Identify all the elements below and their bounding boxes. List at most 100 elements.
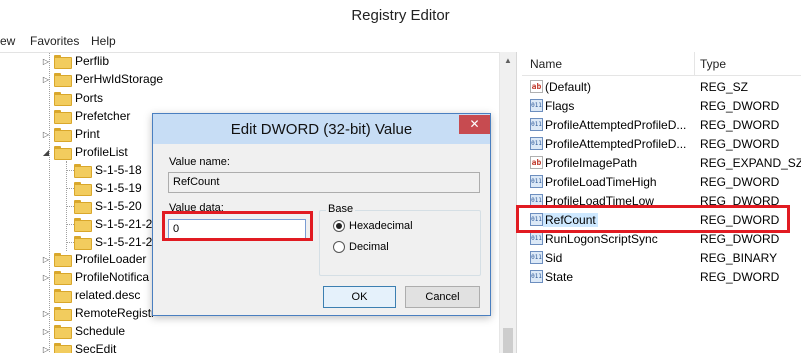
tree-item-remoteregistry[interactable]: ▷ RemoteRegistr	[41, 304, 155, 322]
tree-item-profilenotification[interactable]: ▷ ProfileNotifica	[41, 268, 149, 286]
tree-item-label: Perflib	[75, 54, 110, 68]
tree-item-label: Ports	[75, 91, 104, 105]
collapse-arrow-icon[interactable]: ◢	[41, 148, 51, 157]
base-label: Base	[326, 203, 356, 215]
menu-help[interactable]: Help	[91, 34, 116, 48]
expand-arrow-icon[interactable]: ▷	[41, 309, 51, 318]
highlight-box-refcount	[516, 205, 790, 233]
radio-unselected-icon[interactable]	[333, 241, 345, 253]
folder-icon	[54, 128, 72, 142]
tree-item-label: S-1-5-19	[95, 181, 142, 195]
value-type: REG_EXPAND_SZ	[700, 155, 801, 170]
value-row-flags[interactable]: 011 Flags REG_DWORD	[522, 96, 801, 115]
tree-item-label: Print	[75, 127, 100, 141]
value-row-profileattempted-1[interactable]: 011 ProfileAttemptedProfileD... REG_DWOR…	[522, 115, 801, 134]
menu-view[interactable]: ew	[0, 34, 15, 48]
tree-item-s-1-5-19[interactable]: S-1-5-19	[74, 179, 142, 197]
values-list[interactable]: Name Type ab (Default) REG_SZ 011 Flags …	[522, 52, 801, 353]
value-name: ProfileLoadTimeHigh	[545, 174, 657, 189]
tree-item-prefetcher[interactable]: Prefetcher	[41, 107, 130, 125]
column-header-name[interactable]: Name	[530, 57, 562, 71]
decimal-label: Decimal	[349, 241, 389, 253]
tree-item-s-1-5-20[interactable]: S-1-5-20	[74, 197, 142, 215]
value-type: REG_DWORD	[700, 269, 780, 284]
value-name: Flags	[545, 98, 575, 113]
folder-icon	[74, 218, 92, 232]
folder-icon	[54, 343, 72, 353]
expand-arrow-icon[interactable]: ▷	[41, 57, 51, 66]
expand-arrow-icon[interactable]: ▷	[41, 327, 51, 336]
highlight-box-value-data	[162, 211, 313, 241]
value-name: State	[545, 269, 574, 284]
folder-icon	[54, 271, 72, 285]
folder-icon	[54, 110, 72, 124]
tree-item-s-1-5-21-a[interactable]: S-1-5-21-2	[74, 215, 152, 233]
tree-item-label: Prefetcher	[75, 109, 131, 123]
tree-item-s-1-5-18[interactable]: S-1-5-18	[74, 161, 142, 179]
value-name: (Default)	[545, 79, 592, 94]
tree-item-print[interactable]: ▷ Print	[41, 125, 100, 143]
window-title: Registry Editor	[351, 7, 450, 24]
expand-arrow-icon[interactable]: ▷	[41, 273, 51, 282]
tree-item-profilelist[interactable]: ◢ ProfileList	[41, 143, 128, 161]
hexadecimal-radio[interactable]: Hexadecimal	[333, 220, 413, 232]
close-icon[interactable]: ✕	[459, 115, 490, 134]
window-title-bar: Registry Editor	[0, 0, 801, 31]
radio-selected-icon[interactable]	[333, 220, 345, 232]
value-row-profileattempted-2[interactable]: 011 ProfileAttemptedProfileD... REG_DWOR…	[522, 134, 801, 153]
value-name: ProfileAttemptedProfileD...	[545, 117, 687, 132]
expand-arrow-icon[interactable]: ▷	[41, 130, 51, 139]
folder-icon	[54, 325, 72, 339]
folder-icon	[54, 73, 72, 87]
folder-open-icon	[54, 146, 72, 160]
value-row-default[interactable]: ab (Default) REG_SZ	[522, 77, 801, 96]
expand-arrow-icon[interactable]: ▷	[41, 75, 51, 84]
value-row-profileloadtimehigh[interactable]: 011 ProfileLoadTimeHigh REG_DWORD	[522, 172, 801, 191]
expand-arrow-icon[interactable]: ▷	[41, 255, 51, 264]
tree-item-label: ProfileNotifica	[75, 270, 150, 284]
cancel-button[interactable]: Cancel	[405, 286, 480, 308]
folder-icon	[54, 289, 72, 303]
tree-item-related-desc[interactable]: related.desc	[41, 286, 140, 304]
decimal-radio[interactable]: Decimal	[333, 241, 389, 253]
expand-arrow-icon[interactable]: ▷	[41, 345, 51, 353]
scrollbar-thumb[interactable]	[503, 328, 513, 353]
tree-item-perflib[interactable]: ▷ Perflib	[41, 52, 109, 70]
column-separator[interactable]	[694, 52, 695, 76]
tree-item-profileloader[interactable]: ▷ ProfileLoader	[41, 250, 146, 268]
tree-item-label: S-1-5-20	[95, 199, 142, 213]
binary-value-icon: 011	[530, 175, 543, 188]
value-row-sid[interactable]: 011 Sid REG_BINARY	[522, 248, 801, 267]
value-name: ProfileAttemptedProfileD...	[545, 136, 687, 151]
menu-favorites[interactable]: Favorites	[30, 34, 79, 48]
column-header-type[interactable]: Type	[700, 57, 726, 71]
tree-item-label: PerHwIdStorage	[75, 72, 164, 86]
tree-item-schedule[interactable]: ▷ Schedule	[41, 322, 125, 340]
binary-value-icon: 011	[530, 137, 543, 150]
binary-value-icon: 011	[530, 251, 543, 264]
tree-item-label: ProfileList	[75, 145, 128, 159]
folder-icon	[54, 307, 72, 321]
value-name: Sid	[545, 250, 563, 265]
tree-item-ports[interactable]: Ports	[41, 89, 103, 107]
value-row-profileimagepath[interactable]: ab ProfileImagePath REG_EXPAND_SZ	[522, 153, 801, 172]
tree-item-label: ProfileLoader	[75, 252, 147, 266]
value-name: RunLogonScriptSync	[545, 231, 658, 246]
folder-icon	[74, 200, 92, 214]
tree-item-secedit[interactable]: ▷ SecEdit	[41, 340, 116, 353]
binary-value-icon: 011	[530, 270, 543, 283]
dialog-title-bar[interactable]: Edit DWORD (32-bit) Value ✕	[153, 114, 490, 144]
value-row-state[interactable]: 011 State REG_DWORD	[522, 267, 801, 286]
tree-item-s-1-5-21-b[interactable]: S-1-5-21-2	[74, 233, 152, 251]
tree-scrollbar[interactable]: ▲	[499, 52, 516, 353]
folder-icon	[74, 182, 92, 196]
scroll-up-arrow-icon[interactable]: ▲	[504, 56, 512, 65]
value-type: REG_DWORD	[700, 117, 780, 132]
folder-icon	[54, 92, 72, 106]
ok-button[interactable]: OK	[323, 286, 396, 308]
menu-bar: ew Favorites Help	[0, 31, 801, 51]
folder-icon	[74, 236, 92, 250]
tree-item-perhwidstorage[interactable]: ▷ PerHwIdStorage	[41, 70, 163, 88]
folder-icon	[74, 164, 92, 178]
tree-item-label: Schedule	[75, 324, 126, 338]
